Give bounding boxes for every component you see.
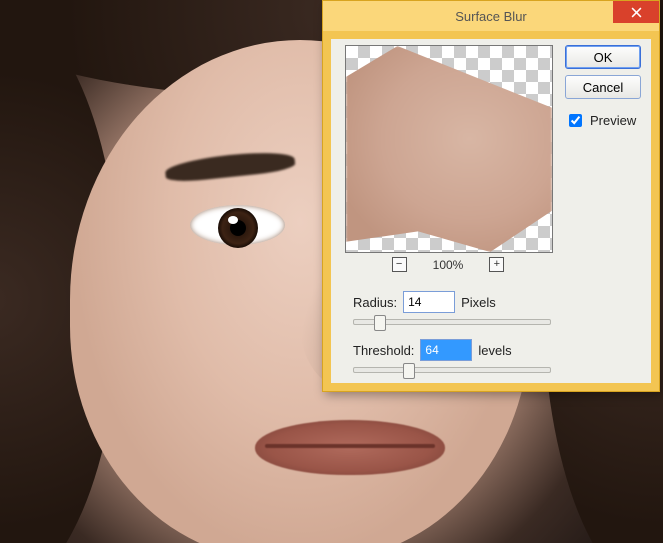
- iris: [218, 208, 258, 248]
- radius-label: Radius:: [353, 295, 397, 310]
- threshold-label: Threshold:: [353, 343, 414, 358]
- radius-slider[interactable]: [353, 319, 551, 325]
- ok-button[interactable]: OK: [565, 45, 641, 69]
- cancel-button[interactable]: Cancel: [565, 75, 641, 99]
- close-icon: [631, 7, 642, 18]
- zoom-controls: − 100% +: [345, 257, 551, 272]
- threshold-unit: levels: [478, 343, 511, 358]
- preview-checkbox-row[interactable]: Preview: [565, 111, 641, 130]
- threshold-param: Threshold: levels: [353, 339, 563, 373]
- radius-param: Radius: Pixels: [353, 291, 563, 325]
- eye-highlight: [228, 216, 238, 224]
- zoom-out-button[interactable]: −: [392, 257, 407, 272]
- zoom-in-button[interactable]: +: [489, 257, 504, 272]
- radius-unit: Pixels: [461, 295, 496, 310]
- dialog-titlebar[interactable]: Surface Blur: [323, 1, 659, 31]
- preview-checkbox[interactable]: [569, 114, 582, 127]
- radius-slider-thumb[interactable]: [374, 315, 386, 331]
- eye: [190, 205, 285, 245]
- dialog-title: Surface Blur: [455, 9, 527, 24]
- threshold-input[interactable]: [420, 339, 472, 361]
- radius-input[interactable]: [403, 291, 455, 313]
- dialog-body: − 100% + Radius: Pixels Threshold: level…: [323, 31, 659, 391]
- lips: [255, 420, 445, 475]
- preview-checkbox-label: Preview: [590, 113, 636, 128]
- surface-blur-dialog: Surface Blur − 100% + Radius: Pixels: [322, 0, 660, 392]
- threshold-slider[interactable]: [353, 367, 551, 373]
- eyebrow: [164, 148, 296, 183]
- filter-preview[interactable]: [345, 45, 553, 253]
- close-button[interactable]: [613, 1, 659, 23]
- threshold-slider-thumb[interactable]: [403, 363, 415, 379]
- dialog-button-column: OK Cancel Preview: [565, 45, 641, 130]
- zoom-level: 100%: [433, 258, 464, 272]
